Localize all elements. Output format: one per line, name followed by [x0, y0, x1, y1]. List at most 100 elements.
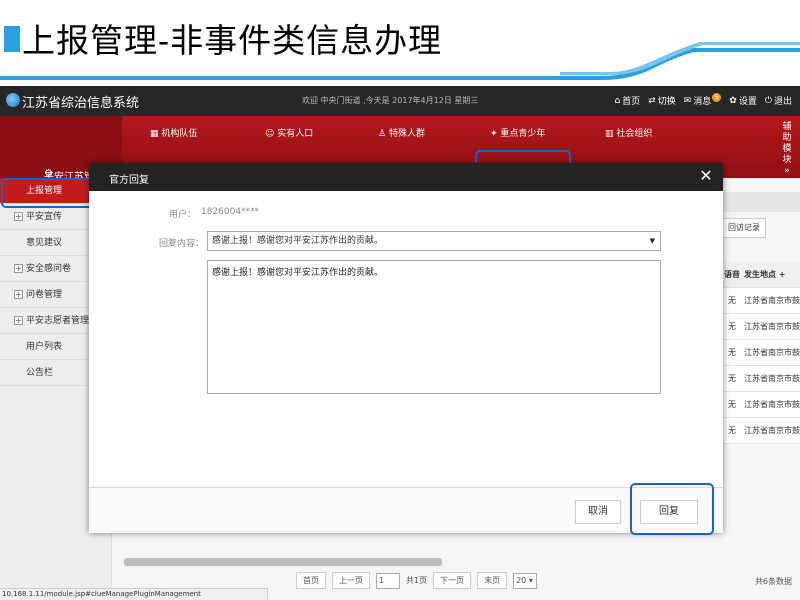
nav-item-population[interactable]: ☺ 实有人口 — [265, 126, 313, 139]
nav-side-assist[interactable]: 辅助模块» — [782, 122, 792, 177]
nav-item-label: 重点青少年 — [500, 129, 546, 139]
close-icon[interactable]: ✕ — [695, 165, 717, 187]
pagination: 首页 上一页 1 共1页 下一页 末页 20 ▾ — [296, 572, 538, 589]
col-voice: 语音 — [724, 270, 740, 279]
sidebar-item-label: 意见建议 — [26, 238, 63, 248]
power-icon: ⏻ — [764, 95, 772, 106]
cancel-button[interactable]: 取消 — [575, 500, 621, 524]
cell-voice: 无 — [728, 296, 736, 305]
table-row[interactable]: 无江苏省南京市鼓 — [720, 314, 800, 340]
home-icon: ⌂ — [614, 95, 621, 106]
total-pages: 共1页 — [406, 576, 428, 585]
runner-icon: ✦ — [490, 129, 501, 139]
dialog-header: 官方回复 ✕ — [89, 163, 723, 191]
user-value: 1826004**** — [201, 207, 260, 217]
org-icon: ▦ — [150, 129, 162, 139]
chevron-down-icon: ▾ — [528, 575, 533, 585]
sidebar-item-label: 安全感问卷 — [26, 264, 72, 274]
table-row[interactable]: 无江苏省南京市鼓 — [720, 392, 800, 418]
cell-location: 江苏省南京市鼓 — [744, 400, 800, 409]
sidebar-item-label: 用户列表 — [26, 342, 63, 352]
sidebar-item-label: 公告栏 — [26, 368, 54, 378]
col-location-label: 发生地点 — [744, 270, 776, 279]
total-records: 共6条数据 — [754, 577, 792, 586]
table-row[interactable]: 无江苏省南京市鼓 — [720, 418, 800, 444]
data-table: 语音 发生地点 + 无江苏省南京市鼓 无江苏省南京市鼓 无江苏省南京市鼓 无江苏… — [720, 262, 800, 444]
welcome-text: 欢迎 中央门街道 ,今天是 2017年4月12日 星期三 — [302, 96, 479, 105]
table-row[interactable]: 无江苏省南京市鼓 — [720, 288, 800, 314]
settings-label: 设置 — [738, 97, 757, 107]
cell-voice: 无 — [728, 426, 736, 435]
switch-label: 切换 — [657, 97, 676, 107]
home-link[interactable]: ⌂ 首页 — [614, 94, 641, 108]
page-size-value: 20 — [516, 575, 527, 585]
nav-item-youth[interactable]: ✦ 重点青少年 — [490, 126, 545, 139]
page-number-input[interactable]: 1 — [376, 572, 400, 589]
table-row[interactable]: 无江苏省南京市鼓 — [720, 340, 800, 366]
add-column-button[interactable]: + — [779, 270, 786, 279]
app-title: 江苏省综治信息系统 — [22, 96, 140, 111]
mail-icon: ✉ — [683, 95, 692, 106]
gear-icon: ✿ — [729, 95, 737, 106]
dropdown-arrow-icon: ▼ — [649, 237, 655, 245]
slide-title-area: 上报管理-非事件类信息办理 — [0, 0, 800, 80]
nav-item-org[interactable]: ▦ 机构队伍 — [150, 126, 197, 139]
app-header: 江苏省综治信息系统 欢迎 中央门街道 ,今天是 2017年4月12日 星期三 ⌂… — [0, 86, 800, 116]
double-chevron-down-icon: » — [784, 166, 790, 176]
cell-location: 江苏省南京市鼓 — [744, 426, 800, 435]
sidebar-item-label: 平安志愿者管理 — [26, 316, 90, 326]
reply-selected-value: 感谢上报！感谢您对平安江苏作出的贡献。 — [212, 236, 384, 246]
population-icon: ☺ — [265, 129, 278, 139]
messages-link[interactable]: ✉ 消息 5 — [683, 93, 722, 107]
logout-link[interactable]: ⏻ 退出 — [764, 94, 792, 108]
switch-link[interactable]: ⇄ 切换 — [648, 94, 676, 108]
highlight-report-menu — [1, 178, 102, 208]
expand-icon: + — [14, 290, 23, 299]
cell-voice: 无 — [728, 322, 736, 331]
page-size-select[interactable]: 20 ▾ — [513, 572, 538, 589]
messages-label: 消息 — [693, 97, 712, 107]
first-page-button[interactable]: 首页 — [296, 572, 326, 589]
expand-icon: + — [14, 212, 23, 221]
reply-textarea[interactable]: 感谢上报！感谢您对平安江苏作出的贡献。 — [207, 260, 661, 394]
dialog-body: 用户： 1826004**** 回复内容： 感谢上报！感谢您对平安江苏作出的贡献… — [89, 191, 723, 533]
cell-voice: 无 — [728, 400, 736, 409]
cell-location: 江苏省南京市鼓 — [744, 374, 800, 383]
cell-voice: 无 — [728, 348, 736, 357]
people-icon: ♙ — [378, 129, 389, 139]
reply-dialog: 官方回复 ✕ 用户： 1826004**** 回复内容： 感谢上报！感谢您对平安… — [89, 163, 723, 533]
nav-item-special[interactable]: ♙ 特殊人群 — [378, 126, 425, 139]
switch-icon: ⇄ — [648, 95, 656, 106]
messages-badge: 5 — [712, 93, 722, 102]
dialog-footer: 取消 回复 — [89, 487, 723, 533]
next-page-button[interactable]: 下一页 — [433, 572, 472, 589]
decorative-swoosh — [0, 42, 800, 80]
toolbar-strip — [722, 192, 800, 212]
dialog-title: 官方回复 — [109, 175, 149, 186]
cell-location: 江苏省南京市鼓 — [744, 348, 800, 357]
reply-template-select[interactable]: 感谢上报！感谢您对平安江苏作出的贡献。 ▼ — [207, 231, 661, 251]
settings-link[interactable]: ✿ 设置 — [729, 94, 757, 108]
nav-item-label: 实有人口 — [277, 129, 314, 139]
prev-page-button[interactable]: 上一页 — [332, 572, 370, 589]
nav-item-label: 特殊人群 — [388, 129, 425, 139]
last-page-button[interactable]: 末页 — [477, 572, 508, 589]
cell-location: 江苏省南京市鼓 — [744, 322, 800, 331]
home-label: 首页 — [622, 97, 641, 107]
nav-item-social[interactable]: ▥ 社会组织 — [605, 126, 652, 139]
nav-item-label: 社会组织 — [616, 129, 653, 139]
logout-label: 退出 — [773, 97, 792, 107]
reply-label: 回复内容： — [159, 239, 205, 249]
table-row[interactable]: 无江苏省南京市鼓 — [720, 366, 800, 392]
highlight-reply-button — [630, 483, 714, 535]
col-location: 发生地点 + — [744, 269, 800, 280]
horizontal-scrollbar[interactable] — [124, 558, 442, 566]
app-logo-icon — [6, 93, 20, 107]
nav-side-label: 辅助模块 — [782, 122, 792, 165]
expand-icon: + — [14, 264, 23, 273]
expand-icon: + — [14, 316, 23, 325]
visit-record-button[interactable]: 回访记录 — [722, 218, 766, 238]
header-actions: ⌂ 首页 ⇄ 切换 ✉ 消息 5 ✿ 设置 ⏻ 退出 — [614, 93, 792, 108]
sidebar-item-label: 平安宣传 — [26, 212, 63, 222]
cell-location: 江苏省南京市鼓 — [744, 296, 800, 305]
